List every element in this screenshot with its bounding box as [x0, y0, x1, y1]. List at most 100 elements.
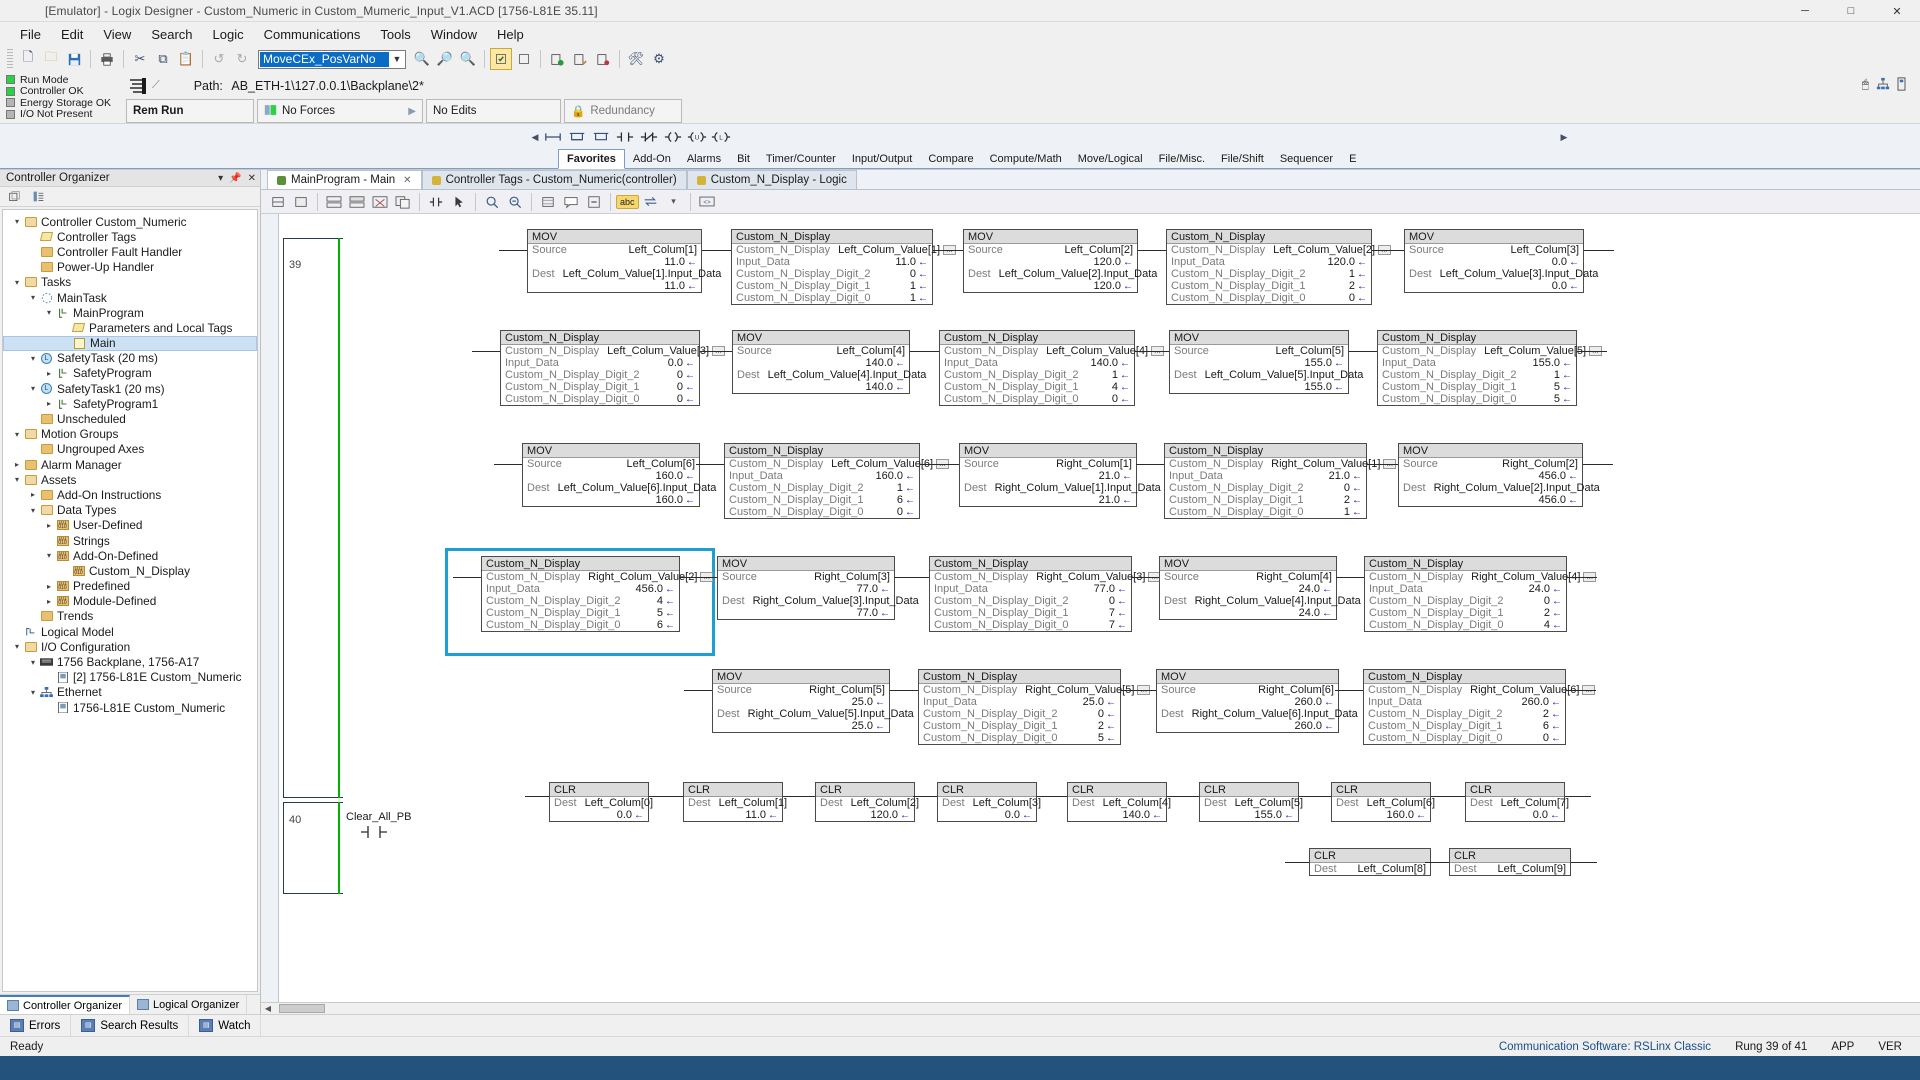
collapse-arrow-icon[interactable]: ▸	[43, 582, 55, 591]
scroll-left-arrow[interactable]: ◀	[261, 1004, 275, 1013]
ote-icon[interactable]	[661, 126, 685, 148]
edits-box[interactable]: No Edits	[426, 99, 561, 123]
operand-value[interactable]: 6 ←	[1543, 720, 1561, 732]
expand-arrow-icon[interactable]: ▾	[43, 551, 55, 560]
tools-icon[interactable]: 🛠	[625, 48, 647, 70]
instruction-operand-row[interactable]: Input_Data 120.0 ←	[1167, 256, 1371, 268]
instruction-block-clr-8[interactable]: CLR Dest Left_Colum[8]	[1309, 848, 1431, 876]
instruction-operand-row[interactable]: 456.0 ←	[1399, 494, 1582, 506]
toggle-bit-icon[interactable]	[425, 192, 447, 212]
instruction-operand-row[interactable]: Source Left_Colum[4]	[733, 345, 909, 357]
instruction-operand-row[interactable]: Custom_N_Display_Digit_2 0 ←	[930, 595, 1131, 607]
operand-value[interactable]: 0 ←	[677, 381, 695, 393]
operand-value[interactable]: 4 ←	[657, 595, 675, 607]
instruction-operand-row[interactable]: Custom_N_Display_Digit_0 4 ←	[1365, 619, 1566, 631]
menu-item-view[interactable]: View	[93, 24, 141, 45]
redo-icon[interactable]: ↻	[231, 48, 253, 70]
tree-item-power-up-handler[interactable]: Power-Up Handler	[3, 260, 257, 275]
instruction-block-clr-2[interactable]: CLR Dest Left_Colum[2] 120.0 ←	[815, 782, 919, 822]
tree-item-ethernet[interactable]: ▾ Ethernet	[3, 685, 257, 700]
tree-item-1756-l81e-custom-numeric[interactable]: 1756-L81E Custom_Numeric	[3, 700, 257, 715]
instruction-operand-row[interactable]: Custom_N_Display_Digit_1 7 ←	[930, 607, 1131, 619]
operand-value[interactable]: Right_Colum_Value[1].Input_Data	[995, 482, 1161, 494]
operand-value[interactable]: 77.0 ←	[857, 583, 890, 595]
operand-value[interactable]: 2 ←	[1544, 607, 1562, 619]
operand-value[interactable]: 160.0 ←	[655, 470, 695, 482]
tree-item-safetyprogram1[interactable]: ▸ SafetyProgram1	[3, 396, 257, 411]
operand-value[interactable]: 140.0 ←	[865, 381, 905, 393]
instruction-block-clr-9[interactable]: CLR Dest Left_Colum[9]	[1449, 848, 1571, 876]
instruction-block-mov-b19[interactable]: MOV Source Right_Colum[4] 24.0 ← Dest Right_Co…	[1159, 556, 1361, 620]
instruction-operand-row[interactable]: Dest Left_Colum[7]	[1466, 797, 1569, 809]
module-icon[interactable]	[1897, 77, 1906, 94]
operand-value[interactable]: Left_Colum_Value[6].Input_Data	[558, 482, 717, 494]
monitor-tags-icon[interactable]: <>	[696, 192, 718, 212]
instruction-block-mov-b9[interactable]: MOV Source Left_Colum[5] 155.0 ← Dest Left_Col…	[1169, 330, 1363, 394]
instruction-operand-row[interactable]: Custom_N_DisplayLeft_Colum_Value[5]...	[1378, 345, 1602, 357]
instruction-operand-row[interactable]: 155.0 ←	[1170, 357, 1348, 369]
expand-arrow-icon[interactable]: ▾	[11, 217, 23, 226]
ribbon-tab-inputoutput[interactable]: Input/Output	[844, 150, 921, 168]
find-icon[interactable]: 🔍	[411, 48, 433, 70]
pointer-icon[interactable]: 🖱	[1862, 77, 1869, 94]
instruction-operand-row[interactable]: 160.0 ←	[523, 494, 699, 506]
otu-icon[interactable]: U	[685, 126, 709, 148]
tree-item-strings[interactable]: 101 010 Strings	[3, 533, 257, 548]
tree-item-safetyprogram[interactable]: ▸ SafetyProgram	[3, 366, 257, 381]
operand-value[interactable]: 456.0 ←	[1538, 494, 1578, 506]
instruction-block-aoi-b22[interactable]: Custom_N_Display Custom_N_Display Right_Co…	[918, 669, 1151, 745]
rung-39-frame[interactable]	[283, 238, 343, 798]
operand-value[interactable]: Right_Colum_Value[6].Input_Data	[1192, 708, 1358, 720]
instruction-operand-row[interactable]: Custom_N_Display_Digit_1 0 ←	[501, 381, 699, 393]
expand-arrow-icon[interactable]: ▾	[43, 308, 55, 317]
operand-value[interactable]: 0 ←	[1543, 732, 1561, 744]
menu-item-search[interactable]: Search	[141, 24, 202, 45]
operand-value[interactable]: 25.0 ←	[852, 696, 885, 708]
operand-value[interactable]: 1 ←	[1349, 268, 1367, 280]
instruction-operand-row[interactable]: Source Right_Colum[2]	[1399, 458, 1582, 470]
instruction-operand-row[interactable]: Custom_N_DisplayLeft_Colum_Value[3]...	[501, 345, 725, 357]
tree-item-controller-custom-numeric[interactable]: ▾ Controller Custom_Numeric	[3, 214, 257, 229]
search-combo[interactable]: MoveCEx_PosVarNo ▼	[258, 49, 406, 69]
instruction-operand-row[interactable]: 260.0 ←	[1157, 696, 1338, 708]
branch-icon[interactable]	[541, 126, 565, 148]
instruction-operand-row[interactable]: Dest Left_Colum[4]	[1068, 797, 1171, 809]
instruction-operand-row[interactable]: Input_Data 456.0 ←	[482, 583, 679, 595]
instruction-operand-row[interactable]: 140.0 ←	[733, 381, 909, 393]
branch-level-icon[interactable]	[565, 126, 589, 148]
operand-value[interactable]: Left_Colum[8]	[1358, 863, 1426, 875]
operand-value[interactable]: Right_Colum[6]	[1258, 684, 1334, 696]
instruction-operand-row[interactable]: Dest Left_Colum_Value[2].Input_Data	[964, 268, 1157, 280]
instruction-operand-row[interactable]: Dest Left_Colum[1]	[684, 797, 787, 809]
tree-item-controller-fault-handler[interactable]: Controller Fault Handler	[3, 244, 257, 259]
menu-item-logic[interactable]: Logic	[203, 24, 254, 45]
operand-value[interactable]: 0.0 ←	[668, 357, 695, 369]
tree-item-motion-groups[interactable]: ▾ Motion Groups	[3, 427, 257, 442]
insert-rung-icon[interactable]	[323, 192, 345, 212]
instruction-operand-row[interactable]: 0.0 ←	[1405, 256, 1583, 268]
instruction-operand-row[interactable]: Custom_N_Display_Digit_2 0 ←	[1365, 595, 1566, 607]
instruction-operand-row[interactable]: Custom_N_Display_Digit_2 4 ←	[482, 595, 679, 607]
tree-item-custom-n-display[interactable]: 101 010 Custom_N_Display	[3, 563, 257, 578]
copy-rung-icon[interactable]	[392, 192, 414, 212]
operand-value[interactable]: 11.0 ←	[664, 256, 697, 268]
redundancy-box[interactable]: 🔒 Redundancy	[564, 99, 682, 123]
instruction-block-aoi-b18[interactable]: Custom_N_Display Custom_N_Display Right_Co…	[929, 556, 1162, 632]
chevron-down-icon[interactable]: ▼	[389, 54, 405, 64]
instruction-operand-row[interactable]: Custom_N_Display_Digit_0 5 ←	[919, 732, 1120, 744]
collapse-arrow-icon[interactable]: ▸	[43, 597, 55, 606]
expand-arrow-icon[interactable]: ▾	[11, 642, 23, 651]
tree-item-parameters-and-local-tags[interactable]: Parameters and Local Tags	[3, 320, 257, 335]
doc-tab-mainprogram-main[interactable]: MainProgram - Main ✕	[267, 170, 422, 189]
tree-item-data-types[interactable]: ▾ Data Types	[3, 503, 257, 518]
operand-value[interactable]: 24.0 ←	[1529, 583, 1562, 595]
search-down-icon[interactable]	[481, 192, 503, 212]
operand-value[interactable]: 21.0 ←	[1099, 494, 1132, 506]
instruction-operand-row[interactable]: Custom_N_Display_Digit_1 1 ←	[732, 280, 932, 292]
collapse-arrow-icon[interactable]: ▸	[43, 521, 55, 530]
instruction-block-aoi-b8[interactable]: Custom_N_Display Custom_N_Display Left_Col…	[939, 330, 1164, 406]
instruction-operand-row[interactable]: Input_Data 24.0 ←	[1365, 583, 1566, 595]
instruction-block-clr-1[interactable]: CLR Dest Left_Colum[1] 11.0 ←	[683, 782, 787, 822]
instruction-operand-row[interactable]: 155.0 ←	[1170, 381, 1348, 393]
instruction-operand-row[interactable]: 21.0 ←	[960, 494, 1136, 506]
